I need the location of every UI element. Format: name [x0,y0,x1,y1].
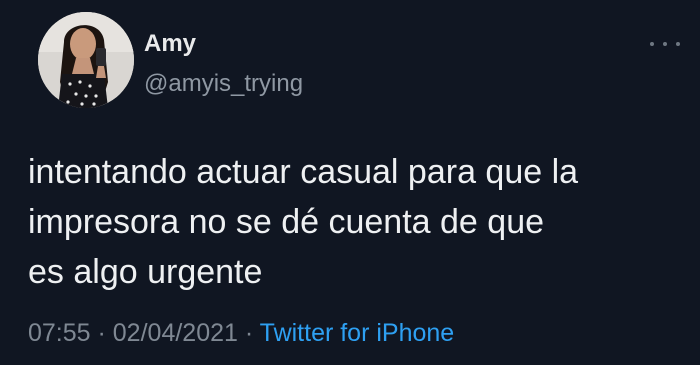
avatar-photo-icon [38,12,134,108]
dot [676,42,680,46]
tweet-source-link[interactable]: Twitter for iPhone [260,319,455,347]
tweet-date: 02/04/2021 [112,319,238,347]
meta-separator: · [237,319,260,347]
author-handle[interactable]: @amyis_trying [144,70,303,98]
tweet-text: intentando actuar casual para que la imp… [28,153,579,291]
dot [650,42,654,46]
tweet-card: Amy @amyis_trying intentando actuar casu… [0,0,700,365]
tweet-time: 07:55 [28,319,91,347]
avatar[interactable] [38,12,134,108]
more-dots-icon[interactable] [650,38,680,50]
meta-separator: · [90,319,113,347]
author-display-name[interactable]: Amy [144,30,196,58]
tweet-meta: 07:55 · 02/04/2021 · Twitter for iPhone [28,318,454,348]
dot [663,42,667,46]
